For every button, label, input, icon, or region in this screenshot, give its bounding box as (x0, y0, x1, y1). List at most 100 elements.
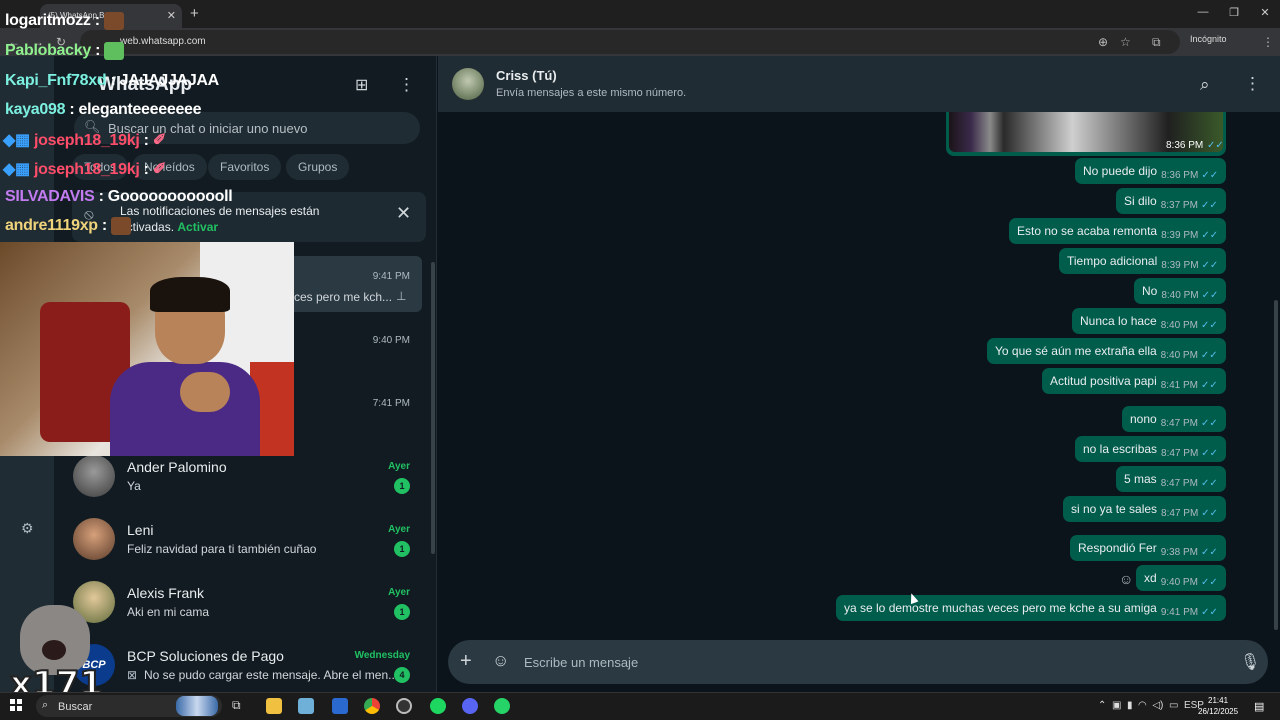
chrome-icon[interactable] (364, 698, 380, 714)
filter-chip-groups[interactable]: Grupos (286, 154, 350, 180)
message-bubble[interactable]: Esto no se acaba remonta 8:39 PM ✓✓ (1009, 218, 1227, 244)
file-explorer-icon[interactable] (266, 698, 282, 714)
contact-name[interactable]: Criss (Tú) (496, 68, 557, 83)
conversation-header[interactable] (438, 56, 1280, 112)
emoji-react-icon[interactable]: ☺ (1119, 571, 1133, 587)
maximize-icon[interactable]: ❐ (1227, 6, 1241, 19)
whatsapp-icon[interactable] (494, 698, 510, 714)
obs-icon[interactable] (396, 698, 412, 714)
message-time: 8:37 PM (1160, 199, 1198, 211)
message-bubble[interactable]: xd 9:40 PM ✓✓ (1136, 565, 1226, 591)
message-bubble[interactable]: Yo que sé aún me extraña ella 8:40 PM ✓✓ (987, 338, 1226, 364)
filter-chip-favorites[interactable]: Favoritos (208, 154, 282, 180)
overlay-user: joseph18_19kj (33, 132, 140, 149)
read-ticks-icon: ✓✓ (1200, 379, 1218, 391)
message-bubble[interactable]: 5 mas 8:47 PM ✓✓ (1116, 466, 1226, 492)
notes-app-icon[interactable] (298, 698, 314, 714)
message-bubble[interactable]: No puede dijo 8:36 PM ✓✓ (1075, 158, 1227, 184)
microphone-icon[interactable]: 🎙︎ (1240, 652, 1260, 672)
contact-avatar[interactable] (452, 68, 484, 100)
unread-badge: 1 (394, 604, 410, 620)
emote-icon: ✐ (152, 132, 166, 149)
tray-battery-icon[interactable]: ▭ (1169, 700, 1178, 711)
close-icon[interactable]: ✕ (396, 203, 411, 224)
tray-volume-icon[interactable]: ◁) (1152, 700, 1163, 711)
settings-gear-icon[interactable]: ⚙ (21, 520, 34, 537)
message-bubble[interactable]: No 8:40 PM ✓✓ (1134, 278, 1227, 304)
attach-plus-icon[interactable]: + (460, 650, 472, 673)
search-icon[interactable]: ⌕ (1200, 75, 1210, 95)
chat-item-ander-palomino[interactable]: Ander Palomino Ya Ayer 1 (64, 448, 420, 511)
close-window-icon[interactable]: ✕ (1258, 6, 1272, 19)
read-ticks-icon: ✓✓ (1207, 140, 1224, 151)
overlay-chat-line: logaritmozz : (5, 12, 124, 30)
notification-center-icon[interactable]: ▤ (1254, 700, 1264, 713)
chat-list-scrollbar[interactable] (431, 262, 435, 554)
search-highlight-image[interactable] (176, 696, 218, 716)
chat-item-bcp[interactable]: BCP BCP Soluciones de Pago ⊠ No se pudo … (64, 637, 420, 692)
app-icon[interactable] (332, 698, 348, 714)
discord-icon[interactable] (462, 698, 478, 714)
message-input[interactable]: Escribe un mensaje (524, 655, 638, 670)
message-bubble[interactable]: Si dilo 8:37 PM ✓✓ (1116, 188, 1226, 214)
message-bubble[interactable]: no la escribas 8:47 PM ✓✓ (1075, 436, 1227, 462)
taskbar-search-label: Buscar (58, 701, 93, 713)
message-text: Actitud positiva papi (1050, 374, 1157, 388)
new-chat-icon[interactable]: ⊞ (355, 75, 368, 95)
system-tray[interactable]: ⌃ ▣ ▮ ◠ ◁) ▭ ESP (1098, 700, 1204, 711)
read-ticks-icon: ✓✓ (1201, 507, 1219, 519)
webcam-person-body (110, 362, 260, 456)
emote-icon (103, 12, 124, 30)
message-text: No puede dijo (1083, 164, 1158, 178)
chat-item-leni[interactable]: Leni Feliz navidad para ti también cuñao… (64, 511, 420, 574)
overlay-chat-line: ◆▦ joseph18_19kj : ✐ (3, 132, 166, 149)
extension-icon[interactable]: ⧉ (1152, 35, 1161, 50)
tray-mic-icon[interactable]: ▮ (1127, 700, 1133, 711)
contact-subtitle: Envía mensajes a este mismo número. (496, 87, 687, 99)
message-bubble[interactable]: Actitud positiva papi 8:41 PM ✓✓ (1042, 368, 1226, 394)
overlay-user: Pablobacky (5, 42, 91, 60)
activate-notifications-link[interactable]: Activar (177, 220, 218, 234)
emote-icon: ✐ (152, 161, 166, 178)
conversation-menu-icon[interactable]: ⋮ (1244, 74, 1261, 94)
message-bubble[interactable]: ya se lo demostre muchas veces pero me k… (836, 595, 1226, 621)
conversation-scrollbar[interactable] (1274, 300, 1278, 630)
chat-time: 7:41 PM (372, 398, 410, 409)
notification-text: Las notificaciones de mensajes están act… (120, 203, 360, 235)
read-ticks-icon: ✓✓ (1200, 319, 1218, 331)
message-bubble[interactable]: Tiempo adicional 8:39 PM ✓✓ (1059, 248, 1227, 274)
message-text: No (1142, 284, 1158, 298)
sidebar-menu-icon[interactable]: ⋮ (398, 75, 415, 95)
sticker-icon[interactable]: ☺ (492, 651, 509, 671)
spotify-icon[interactable] (430, 698, 446, 714)
message-bubble[interactable]: nono 8:47 PM ✓✓ (1122, 406, 1226, 432)
url-field[interactable]: web.whatsapp.com (80, 30, 1180, 54)
tray-apps-icon[interactable]: ▣ (1112, 700, 1121, 711)
message-bubble[interactable]: si no ya te sales 8:47 PM ✓✓ (1063, 496, 1227, 522)
task-view-icon[interactable]: ⧉ (232, 698, 248, 714)
read-ticks-icon: ✓✓ (1201, 606, 1218, 618)
message-bubble[interactable]: Nunca lo hace 8:40 PM ✓✓ (1072, 308, 1226, 334)
chat-name: Leni (127, 522, 154, 538)
bookmark-star-icon[interactable]: ☆ (1120, 35, 1131, 49)
message-time: 9:38 PM (1160, 546, 1198, 558)
message-time: 8:40 PM (1161, 289, 1199, 301)
message-text: ya se lo demostre muchas veces pero me k… (844, 601, 1157, 615)
tray-wifi-icon[interactable]: ◠ (1138, 700, 1147, 711)
tray-chevron-icon[interactable]: ⌃ (1098, 700, 1106, 711)
incognito-badge[interactable]: Incógnito (1190, 34, 1227, 44)
browser-menu-icon[interactable]: ⋮ (1262, 35, 1274, 49)
chat-item-alexis-frank[interactable]: Alexis Frank Aki en mi cama Ayer 1 (64, 574, 420, 637)
emote-icon (104, 42, 125, 60)
minimize-icon[interactable]: — (1196, 6, 1210, 18)
tab-close-icon[interactable]: ✕ (167, 9, 176, 22)
new-tab-icon[interactable]: + (190, 5, 199, 22)
badge-icon: ◆▦ (3, 132, 30, 149)
read-ticks-icon: ✓✓ (1201, 169, 1219, 181)
read-ticks-icon: ✓✓ (1200, 546, 1218, 558)
message-bubble[interactable]: Respondió Fer 9:38 PM ✓✓ (1070, 535, 1226, 561)
taskbar-clock[interactable]: 21:41 26/12/2025 (1198, 695, 1238, 717)
zoom-icon[interactable]: ⊕ (1098, 35, 1108, 49)
windows-start-icon[interactable] (10, 699, 22, 711)
chat-time: Wednesday (354, 650, 410, 661)
